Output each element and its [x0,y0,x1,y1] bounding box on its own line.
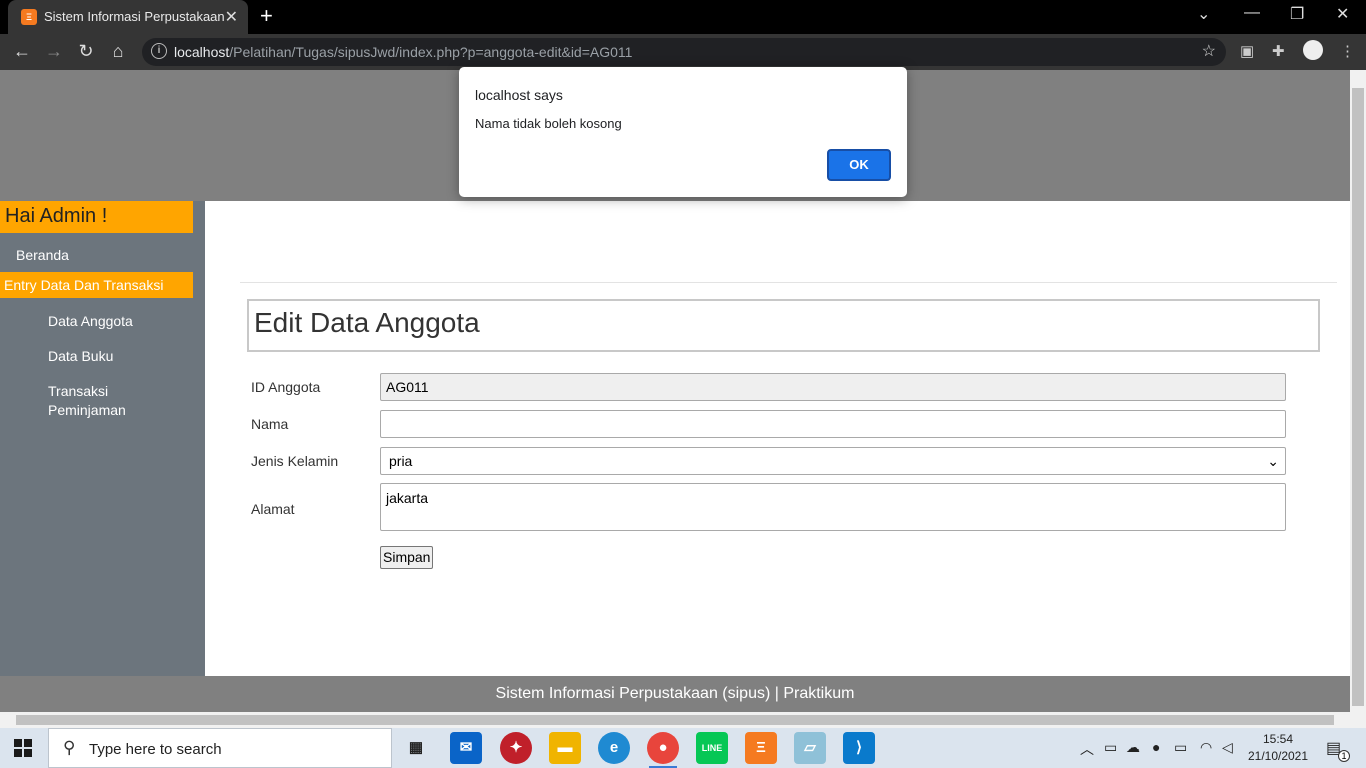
system-clock[interactable]: 15:54 21/10/2021 [1244,731,1312,765]
jenis-kelamin-value: pria [389,453,413,469]
close-window-icon[interactable]: ✕ [1336,4,1349,24]
jenis-kelamin-select[interactable]: pria ⌄ [380,447,1286,475]
id-anggota-field: AG011 [380,373,1286,401]
dialog-title: localhost says [475,87,563,103]
sidebar-greeting: Hai Admin ! [0,201,193,233]
home-icon[interactable]: ⌂ [106,41,130,62]
forward-icon[interactable]: → [42,41,66,62]
file-explorer-icon[interactable]: ▬ [549,732,581,764]
browser-toolbar: ← → ↻ ⌂ i localhost/Pelatihan/Tugas/sipu… [0,34,1366,70]
volume-icon[interactable]: ◁ [1222,739,1233,756]
main-content: Edit Data Anggota ID Anggota AG011 Nama … [205,201,1350,676]
vertical-scroll-thumb[interactable] [1352,88,1364,706]
meet-now-icon[interactable]: ▭ [1104,739,1117,756]
menu-kebab-icon[interactable]: ⋮ [1340,42,1355,60]
xampp-taskbar-icon[interactable]: Ξ [745,732,777,764]
simpan-button[interactable]: Simpan [380,546,434,569]
onedrive-cloud-icon[interactable]: ☁ [1126,739,1140,756]
jenis-kelamin-label: Jenis Kelamin [251,453,339,469]
browser-tab-bar: Ξ Sistem Informasi Perpustakaan ✕ + ⌄ — … [0,0,1366,34]
sidebar-item-peminjaman[interactable]: Peminjaman [48,402,126,418]
alamat-textarea[interactable]: jakarta [380,483,1286,531]
battery-icon[interactable]: ▭ [1174,739,1187,756]
sidebar-item-data-anggota[interactable]: Data Anggota [48,313,133,329]
windows-start-icon[interactable] [14,739,32,757]
xampp-icon: Ξ [21,9,37,25]
sidebar-item-data-buku[interactable]: Data Buku [48,348,113,364]
show-hidden-icons-icon[interactable]: ︿ [1080,739,1094,759]
site-info-icon[interactable]: i [151,43,167,59]
alamat-label: Alamat [251,501,295,517]
page-title: Edit Data Anggota [254,307,480,338]
close-tab-icon[interactable]: ✕ [225,7,238,27]
profile-avatar-icon[interactable] [1303,40,1323,60]
horizontal-scroll-thumb[interactable] [16,715,1334,725]
tab-title: Sistem Informasi Perpustakaan [44,9,225,24]
chevron-down-icon: ⌄ [1267,453,1279,469]
clock-date: 21/10/2021 [1247,749,1309,763]
wifi-icon[interactable]: ◠ [1200,739,1212,756]
vscode-icon[interactable]: ⟩ [843,732,875,764]
vertical-scrollbar[interactable] [1350,70,1366,712]
address-bar[interactable]: i localhost/Pelatihan/Tugas/sipusJwd/ind… [142,38,1226,66]
search-placeholder: Type here to search [89,741,222,758]
game-app-icon[interactable]: ✦ [500,732,532,764]
extension-icon[interactable]: ▣ [1240,42,1254,60]
windows-taskbar: ⚲ Type here to search ▦ ✉ ✦ ▬ e ● LINE Ξ… [0,728,1366,768]
notepad-icon[interactable]: ▱ [794,732,826,764]
back-icon[interactable]: ← [10,41,34,62]
sidebar-section-entry[interactable]: Entry Data Dan Transaksi [0,272,193,298]
divider [240,282,1337,283]
ok-button[interactable]: OK [827,149,891,181]
sidebar-item-transaksi[interactable]: Transaksi [48,383,108,399]
restore-icon[interactable]: ❐ [1290,4,1304,24]
minimize-icon[interactable]: — [1244,4,1260,22]
new-tab-icon[interactable]: + [260,3,273,29]
edge-icon[interactable]: e [598,732,630,764]
mail-icon[interactable]: ✉ [450,732,482,764]
search-icon: ⚲ [63,738,76,757]
horizontal-scrollbar[interactable] [0,712,1366,728]
alert-dialog: localhost says Nama tidak boleh kosong O… [459,67,907,197]
bookmark-star-icon[interactable]: ☆ [1202,41,1216,61]
page-footer: Sistem Informasi Perpustakaan (sipus) | … [0,676,1350,712]
dialog-message: Nama tidak boleh kosong [475,116,622,131]
id-anggota-label: ID Anggota [251,379,321,395]
microphone-icon[interactable]: ● [1152,739,1160,755]
nama-label: Nama [251,416,289,432]
sidebar-item-beranda[interactable]: Beranda [16,247,69,263]
line-icon[interactable]: LINE [696,732,728,764]
url-text[interactable]: localhost/Pelatihan/Tugas/sipusJwd/index… [174,44,632,60]
tab-search-icon[interactable]: ⌄ [1197,4,1210,24]
nama-input[interactable] [380,410,1286,438]
reload-icon[interactable]: ↻ [74,41,98,62]
chrome-icon[interactable]: ● [647,732,679,768]
puzzle-extensions-icon[interactable]: ✚ [1272,42,1285,60]
notification-count-badge: 1 [1338,750,1350,762]
form-title-box: Edit Data Anggota [247,299,1320,352]
taskbar-search-box[interactable]: ⚲ Type here to search [48,728,392,768]
browser-tab[interactable]: Ξ Sistem Informasi Perpustakaan ✕ [8,0,248,34]
task-view-icon[interactable]: ▦ [400,732,432,764]
sidebar: Hai Admin ! Beranda Entry Data Dan Trans… [0,201,205,676]
clock-time: 15:54 [1262,732,1294,746]
